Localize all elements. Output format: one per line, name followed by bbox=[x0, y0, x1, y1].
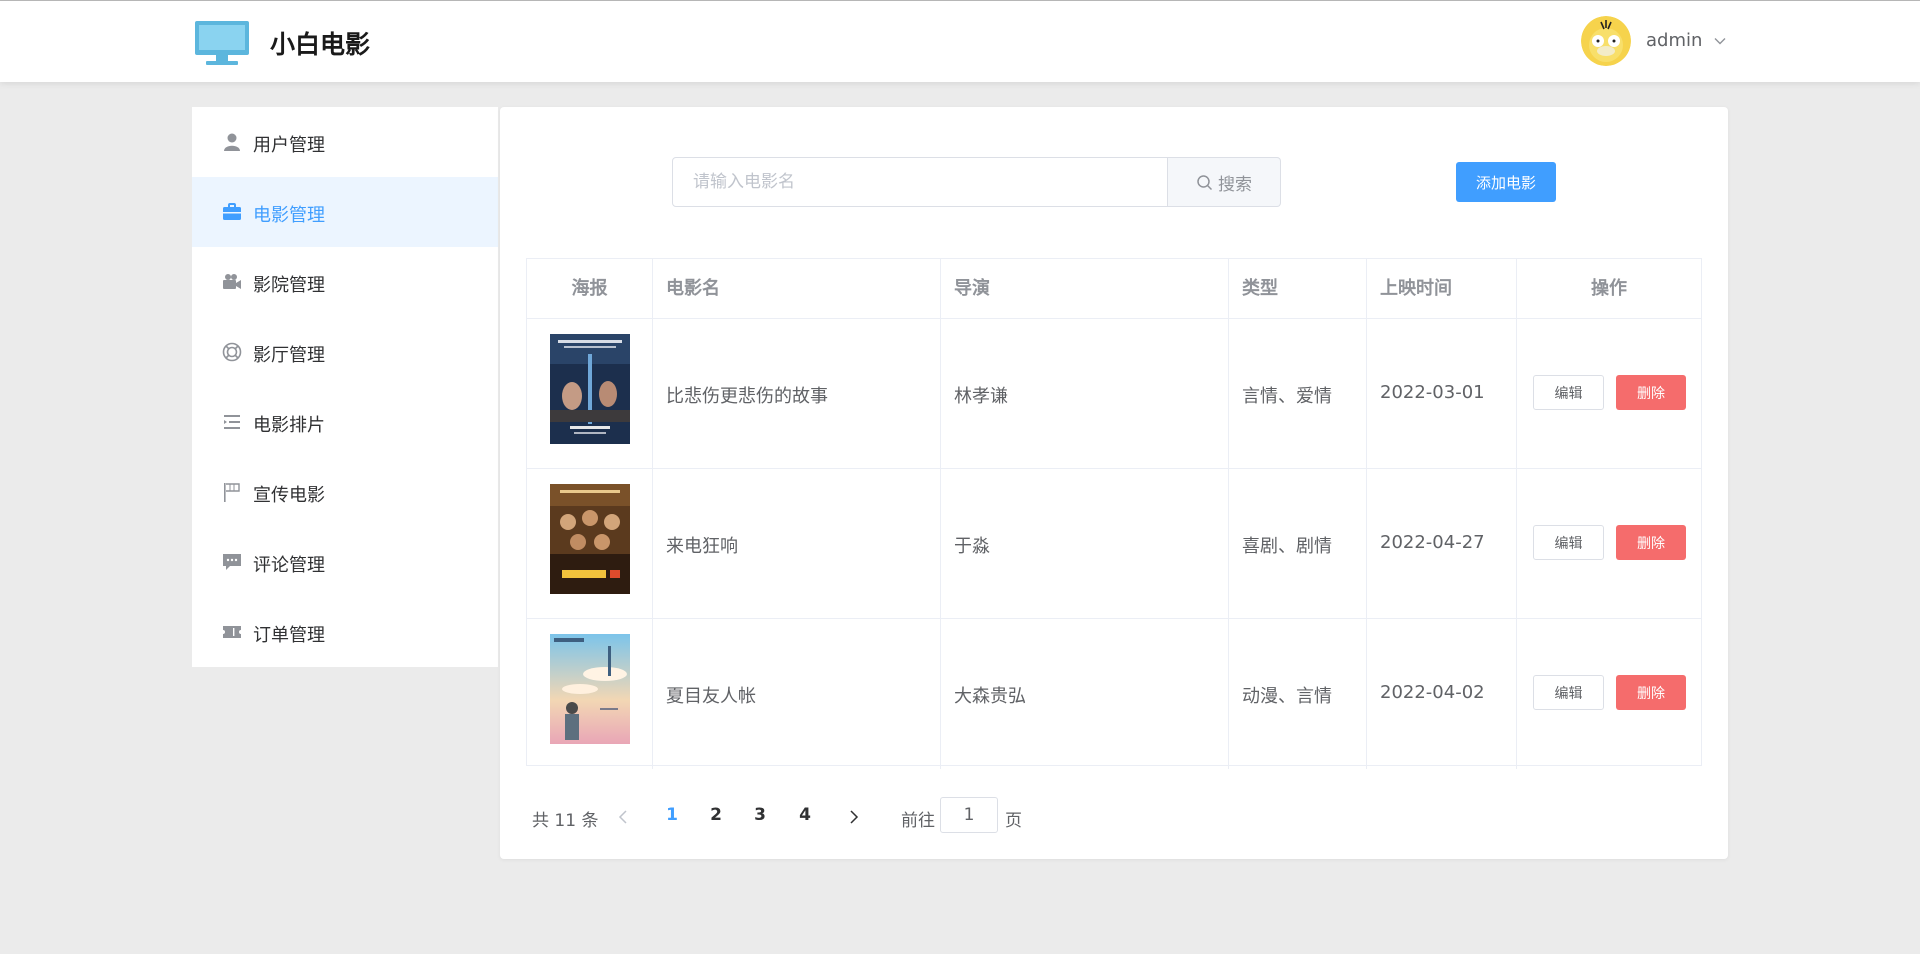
movie-director: 林孝谦 bbox=[954, 386, 1008, 407]
flag-icon bbox=[224, 483, 240, 502]
movie-name: 夏目友人帐 bbox=[666, 686, 756, 707]
chat-icon bbox=[223, 554, 241, 570]
movie-release-date: 2022-03-01 bbox=[1380, 382, 1485, 403]
page-number[interactable]: 3 bbox=[745, 805, 775, 825]
edit-button[interactable]: 编辑 bbox=[1533, 375, 1604, 410]
delete-button[interactable]: 删除 bbox=[1616, 675, 1686, 710]
delete-button[interactable]: 删除 bbox=[1616, 375, 1686, 410]
table-row: 夏目友人帐 大森贵弘 动漫、言情 2022-04-02 编辑 删除 bbox=[527, 619, 1701, 769]
sidebar-item-movies[interactable]: 电影管理 bbox=[192, 177, 498, 247]
chevron-down-icon[interactable] bbox=[1713, 34, 1727, 48]
search-input[interactable]: 请输入电影名 bbox=[672, 157, 1168, 207]
movie-release-date: 2022-04-27 bbox=[1380, 532, 1485, 553]
sidebar-item-label: 评论管理 bbox=[253, 555, 325, 576]
chevron-left-icon[interactable] bbox=[616, 809, 630, 825]
pagination: 共 11 条 1 2 3 4 前往 1 页 bbox=[500, 797, 1728, 837]
sidebar-item-halls[interactable]: 影厅管理 bbox=[192, 317, 498, 387]
sidebar-item-label: 用户管理 bbox=[253, 135, 325, 156]
movie-genre: 动漫、言情 bbox=[1242, 686, 1332, 707]
movie-genre: 言情、爱情 bbox=[1242, 386, 1332, 407]
sidebar-item-schedule[interactable]: 电影排片 bbox=[192, 387, 498, 457]
sidebar-menu: 用户管理 电影管理 影院管理 影厅管理 电影排片 宣传电影 评论管理 订单管理 bbox=[192, 107, 498, 667]
user-icon bbox=[224, 133, 240, 151]
camera-icon bbox=[223, 274, 241, 289]
add-movie-button[interactable]: 添加电影 bbox=[1456, 162, 1556, 202]
movie-name: 来电狂响 bbox=[666, 536, 738, 557]
main-panel: 请输入电影名 搜索 添加电影 海报 电影名 导演 类型 上映时间 操作 比悲伤更… bbox=[500, 107, 1728, 859]
movie-name: 比悲伤更悲伤的故事 bbox=[666, 386, 828, 407]
sidebar-item-label: 电影排片 bbox=[253, 415, 325, 436]
sidebar-item-comments[interactable]: 评论管理 bbox=[192, 527, 498, 597]
username[interactable]: admin bbox=[1646, 30, 1702, 51]
edit-button[interactable]: 编辑 bbox=[1533, 525, 1604, 560]
ticket-icon bbox=[223, 626, 241, 638]
edit-button[interactable]: 编辑 bbox=[1533, 675, 1604, 710]
goto-page-input[interactable]: 1 bbox=[940, 797, 998, 833]
page-number[interactable]: 4 bbox=[790, 805, 820, 825]
pagination-total: 共 11 条 bbox=[532, 811, 599, 831]
page-number[interactable]: 2 bbox=[701, 805, 731, 825]
movie-genre: 喜剧、剧情 bbox=[1242, 536, 1332, 557]
sidebar-item-label: 电影管理 bbox=[253, 205, 325, 226]
page-number[interactable]: 1 bbox=[657, 805, 687, 825]
movie-release-date: 2022-04-02 bbox=[1380, 682, 1485, 703]
table-row: 比悲伤更悲伤的故事 林孝谦 言情、爱情 2022-03-01 编辑 删除 bbox=[527, 319, 1701, 469]
sidebar-item-label: 影厅管理 bbox=[253, 345, 325, 366]
column-header-actions: 操作 bbox=[1517, 259, 1701, 319]
chevron-right-icon[interactable] bbox=[847, 809, 861, 825]
search-button[interactable]: 搜索 bbox=[1168, 157, 1281, 207]
sidebar-item-cinemas[interactable]: 影院管理 bbox=[192, 247, 498, 317]
sidebar-item-label: 订单管理 bbox=[253, 625, 325, 646]
column-header-director: 导演 bbox=[941, 259, 1229, 319]
movie-director: 于淼 bbox=[954, 536, 990, 557]
monitor-logo-icon bbox=[195, 21, 249, 65]
sidebar-item-users[interactable]: 用户管理 bbox=[192, 107, 498, 177]
movie-director: 大森贵弘 bbox=[954, 686, 1026, 707]
lifebuoy-icon bbox=[222, 342, 242, 362]
delete-button[interactable]: 删除 bbox=[1616, 525, 1686, 560]
table-row: 来电狂响 于淼 喜剧、剧情 2022-04-27 编辑 删除 bbox=[527, 469, 1701, 619]
list-indent-icon bbox=[224, 415, 240, 429]
brand-title: 小白电影 bbox=[270, 30, 371, 59]
avatar[interactable] bbox=[1581, 16, 1631, 66]
briefcase-icon bbox=[223, 203, 241, 220]
search-button-label: 搜索 bbox=[1218, 174, 1252, 195]
search-icon bbox=[1197, 174, 1213, 190]
column-header-name: 电影名 bbox=[653, 259, 941, 319]
top-header: 小白电影 admin bbox=[0, 1, 1920, 82]
page-unit-label: 页 bbox=[1005, 811, 1022, 831]
movie-poster-image bbox=[550, 634, 630, 744]
movie-table: 海报 电影名 导演 类型 上映时间 操作 比悲伤更悲伤的故事 林孝谦 言情、爱情… bbox=[526, 258, 1702, 769]
column-header-genre: 类型 bbox=[1229, 259, 1367, 319]
column-header-release-date: 上映时间 bbox=[1367, 259, 1517, 319]
sidebar-item-label: 影院管理 bbox=[253, 275, 325, 296]
movie-poster-image bbox=[550, 334, 630, 444]
sidebar-item-orders[interactable]: 订单管理 bbox=[192, 597, 498, 667]
movie-poster-image bbox=[550, 484, 630, 594]
sidebar-item-promotion[interactable]: 宣传电影 bbox=[192, 457, 498, 527]
goto-label: 前往 bbox=[901, 811, 935, 831]
sidebar-item-label: 宣传电影 bbox=[253, 485, 325, 506]
column-header-poster: 海报 bbox=[527, 259, 653, 319]
